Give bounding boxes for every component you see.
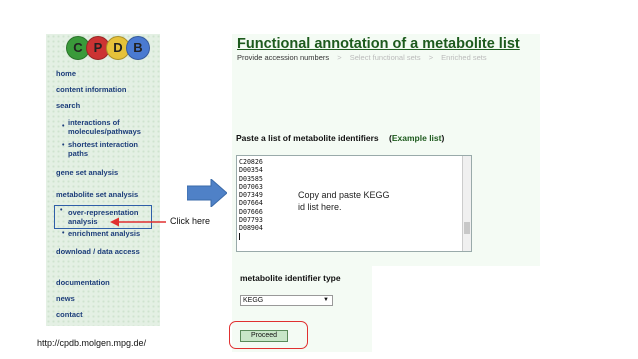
bullet-icon: • <box>62 142 65 149</box>
nav-documentation[interactable]: documentation <box>56 278 110 287</box>
page-title: Functional annotation of a metabolite li… <box>237 36 520 52</box>
blue-arrow-icon <box>187 179 227 207</box>
identifier-type-label: metabolite identifier type <box>240 273 341 283</box>
nav-contact[interactable]: contact <box>56 310 83 319</box>
identifier-list: C20826 D00354 D03585 D07063 D07349 D0766… <box>239 158 263 240</box>
bullet-icon: • <box>62 230 65 237</box>
paste-label: Paste a list of metabolite identifiers (… <box>236 133 444 143</box>
identifier-line: D00354 <box>239 166 263 175</box>
identifier-line: D07793 <box>239 216 263 225</box>
identifier-line: D08904 <box>239 224 263 233</box>
breadcrumb-step-1: Provide accession numbers <box>237 53 330 62</box>
callout-line1: Copy and paste KEGG <box>298 190 390 200</box>
textarea-scrollbar[interactable] <box>462 156 471 251</box>
identifier-type-select[interactable]: KEGG ▼ <box>240 295 333 306</box>
breadcrumb-separator: > <box>428 53 434 62</box>
cpdb-logo[interactable]: C P D B <box>66 36 150 60</box>
logo-letter-b: B <box>126 36 150 60</box>
identifier-line: D07666 <box>239 207 263 216</box>
breadcrumb-separator: > <box>337 53 342 62</box>
click-here-label: Click here <box>170 216 211 226</box>
breadcrumb-step-2: Select functional sets <box>349 53 421 62</box>
dropdown-arrow-icon: ▼ <box>323 297 329 303</box>
nav-interactions-line2: molecules/pathways <box>68 127 141 136</box>
bullet-icon: • <box>60 207 63 214</box>
identifier-line: C20826 <box>239 158 263 166</box>
breadcrumb: Provide accession numbers > Select funct… <box>237 53 487 62</box>
proceed-button[interactable]: Proceed <box>240 330 288 342</box>
text-cursor <box>239 232 240 240</box>
nav-gene-set-analysis[interactable]: gene set analysis <box>56 168 118 177</box>
identifier-line: D07349 <box>239 191 263 200</box>
nav-shortest-line1: shortest interaction <box>68 140 139 149</box>
identifier-line: D07063 <box>239 182 263 191</box>
nav-interactions[interactable]: interactions of molecules/pathways <box>68 118 141 136</box>
paste-label-text: Paste a list of metabolite identifiers <box>236 133 379 143</box>
nav-shortest-paths[interactable]: shortest interaction paths <box>68 140 138 158</box>
nav-news[interactable]: news <box>56 294 75 303</box>
paste-instruction-callout: Copy and paste KEGG id list here. <box>298 189 408 213</box>
site-url: http://cpdb.molgen.mpg.de/ <box>37 338 147 348</box>
nav-search[interactable]: search <box>56 101 80 110</box>
nav-interactions-line1: interactions of <box>68 118 120 127</box>
identifier-line: D03585 <box>239 174 263 183</box>
identifier-line: D07664 <box>239 199 263 208</box>
scrollbar-thumb[interactable] <box>464 222 470 234</box>
bullet-icon: • <box>62 123 65 130</box>
nav-shortest-line2: paths <box>68 149 89 158</box>
nav-enrichment-analysis[interactable]: enrichment analysis <box>68 229 140 238</box>
callout-line2: id list here. <box>298 202 342 212</box>
nav-download[interactable]: download / data access <box>56 247 140 256</box>
red-arrow-icon <box>110 217 166 227</box>
example-list-link[interactable]: Example list <box>392 133 442 143</box>
example-paren-close: ) <box>441 133 445 143</box>
nav-content-information[interactable]: content information <box>56 85 126 94</box>
breadcrumb-step-3: Enriched sets <box>441 53 487 62</box>
nav-metabolite-set-analysis[interactable]: metabolite set analysis <box>56 190 138 199</box>
identifier-type-value: KEGG <box>243 297 264 304</box>
nav-home[interactable]: home <box>56 69 76 78</box>
